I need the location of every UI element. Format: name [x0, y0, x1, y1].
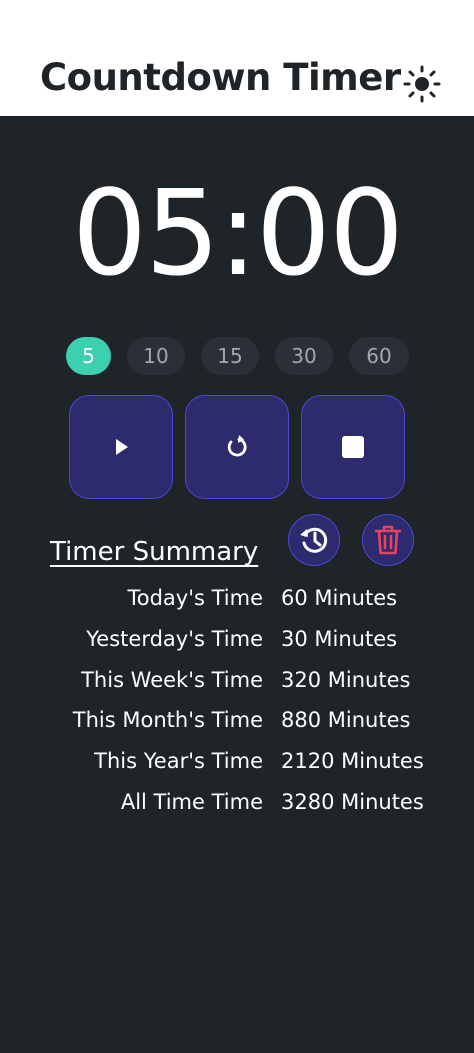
summary-row-value: 880 Minutes	[281, 708, 411, 732]
theme-toggle-button[interactable]	[400, 62, 444, 106]
summary-row: Today's Time 60 Minutes	[0, 580, 474, 616]
preset-60-button[interactable]: 60	[349, 337, 409, 375]
timer-display: 05:00	[71, 164, 404, 302]
stop-icon	[342, 436, 364, 458]
summary-row-label: This Week's Time	[81, 668, 263, 692]
page-title: Countdown Timer	[40, 56, 401, 99]
app-header: Countdown Timer	[0, 0, 474, 116]
reset-icon	[227, 435, 247, 457]
summary-row: This Month's Time 880 Minutes	[0, 702, 474, 738]
preset-10-button[interactable]: 10	[127, 337, 185, 375]
play-icon	[116, 439, 128, 455]
delete-history-button[interactable]	[362, 514, 414, 566]
summary-row-label: All Time Time	[120, 790, 263, 814]
summary-row-label: Yesterday's Time	[86, 627, 263, 651]
sun-icon	[403, 65, 441, 103]
summary-row-label: This Month's Time	[72, 708, 263, 732]
summary-row-label: Today's Time	[127, 586, 263, 610]
history-icon	[300, 527, 328, 553]
summary-row-value: 60 Minutes	[281, 586, 398, 610]
summary-row-value: 3280 Minutes	[281, 790, 424, 814]
summary-row-label: This Year's Time	[94, 749, 263, 773]
stop-button[interactable]	[301, 395, 405, 499]
trash-icon	[374, 525, 402, 555]
summary-row-value: 30 Minutes	[281, 627, 398, 651]
preset-selector: 5 10 15 30 60	[0, 337, 474, 375]
summary-row: This Year's Time 2120 Minutes	[0, 743, 474, 779]
summary-row-value: 2120 Minutes	[281, 749, 424, 773]
preset-15-button[interactable]: 15	[201, 337, 259, 375]
reset-button[interactable]	[185, 395, 289, 499]
summary-row-value: 320 Minutes	[281, 668, 411, 692]
preset-30-button[interactable]: 30	[275, 337, 333, 375]
summary-row: Yesterday's Time 30 Minutes	[0, 621, 474, 657]
summary-row: This Week's Time 320 Minutes	[0, 662, 474, 698]
play-button[interactable]	[69, 395, 173, 499]
summary-row: All Time Time 3280 Minutes	[0, 784, 474, 820]
preset-5-button[interactable]: 5	[66, 337, 111, 375]
history-button[interactable]	[288, 514, 340, 566]
summary-title: Timer Summary	[50, 537, 259, 567]
